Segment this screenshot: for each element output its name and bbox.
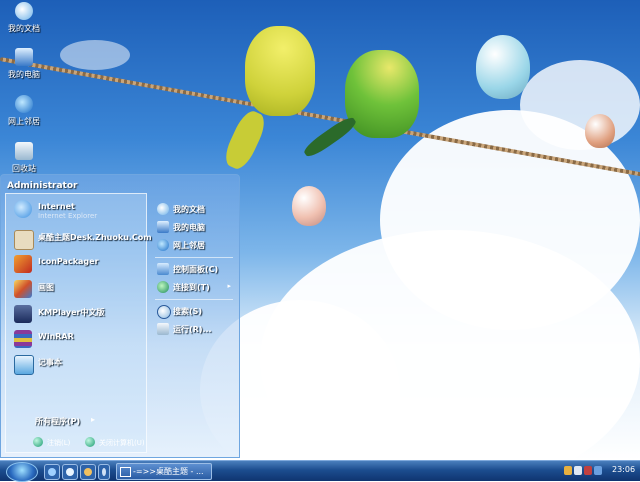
program-notepad[interactable]: 记事本	[10, 353, 144, 375]
program-iconpackager[interactable]: IconPackager	[10, 253, 144, 275]
iconpackager-icon	[14, 255, 32, 273]
search-icon	[157, 305, 171, 319]
balloon	[292, 186, 326, 226]
clock[interactable]: 23:06	[612, 465, 635, 474]
start-menu-username: Administrator	[7, 181, 78, 191]
show-desktop-icon[interactable]	[44, 464, 60, 480]
desktop-icon-label: 我的电脑	[8, 70, 40, 79]
power-icon	[85, 437, 95, 447]
network-places-icon	[15, 95, 33, 113]
tray-app-icon[interactable]	[594, 466, 602, 475]
shutdown-label: 关闭计算机(U)	[99, 439, 145, 447]
tray-volume-icon[interactable]	[574, 466, 582, 475]
tray-network-icon[interactable]	[584, 466, 592, 475]
program-sublabel: Internet Explorer	[38, 212, 98, 220]
menu-separator	[155, 299, 233, 300]
program-zhuoku-theme[interactable]: 桌酷主题Desk.Zhuoku.Com	[10, 228, 152, 250]
desktop-icon-recycle-bin[interactable]: 回收站	[2, 142, 46, 174]
connect-to-icon	[157, 281, 169, 293]
place-run[interactable]: 运行(R)...	[155, 321, 235, 337]
start-menu-places-pane: 我的文档 我的电脑 网上邻居 控制面板(C) 连接到(T) ▸ 搜索(S) 运行…	[151, 197, 235, 425]
program-kmplayer[interactable]: KMPlayer中文版	[10, 303, 144, 325]
place-label: 我的电脑	[173, 223, 205, 232]
quick-launch-more[interactable]	[98, 464, 110, 480]
taskbar-window-label: -=>>桌酷主题 - ...	[133, 467, 204, 476]
desktop-icon-my-documents[interactable]: 我的文档	[2, 2, 46, 34]
place-label: 搜索(S)	[173, 307, 203, 316]
program-label: 桌酷主题Desk.Zhuoku.Com	[38, 233, 152, 242]
program-internet[interactable]: Internet Internet Explorer	[10, 198, 144, 220]
taskbar-window-button[interactable]: -=>>桌酷主题 - ...	[116, 463, 212, 480]
zhuoku-theme-icon	[14, 230, 34, 250]
all-programs-button[interactable]: 所有程序(P)	[35, 416, 80, 427]
desktop-icon-label: 网上邻居	[8, 117, 40, 126]
place-label: 网上邻居	[173, 241, 205, 250]
desktop-icon-label: 我的文档	[8, 24, 40, 33]
my-computer-icon	[157, 221, 169, 233]
green-parrot-tail	[301, 114, 359, 160]
program-paint[interactable]: 画图	[10, 278, 144, 300]
notepad-icon	[14, 355, 34, 375]
start-menu-programs-pane: Internet Internet Explorer 桌酷主题Desk.Zhuo…	[5, 193, 152, 453]
control-panel-icon	[157, 263, 169, 275]
desktop-icon-my-computer[interactable]: 我的电脑	[2, 48, 46, 80]
program-label: WinRAR	[38, 332, 74, 341]
taskbar: -=>>桌酷主题 - ... 23:06	[0, 460, 640, 482]
menu-separator	[155, 257, 233, 258]
logoff-icon	[33, 437, 43, 447]
place-my-computer[interactable]: 我的电脑	[155, 219, 235, 235]
program-label: 画图	[38, 283, 54, 292]
program-label: KMPlayer中文版	[38, 308, 105, 317]
recycle-bin-icon	[15, 142, 33, 160]
balloon	[585, 114, 615, 148]
my-documents-icon	[157, 203, 169, 215]
logoff-label: 注销(L)	[47, 439, 71, 447]
run-icon	[157, 323, 169, 335]
window-icon	[120, 467, 131, 477]
paint-icon	[14, 280, 32, 298]
place-label: 运行(R)...	[173, 325, 212, 334]
start-menu: Administrator Internet Internet Explorer…	[0, 174, 240, 458]
yellow-parrot	[245, 26, 315, 116]
media-player-icon[interactable]	[62, 464, 78, 480]
desktop-icon-network-places[interactable]: 网上邻居	[2, 95, 46, 127]
system-tray: 23:06	[560, 461, 640, 481]
yellow-parrot-tail	[220, 107, 270, 173]
place-label: 控制面板(C)	[173, 265, 219, 274]
browser-icon[interactable]	[80, 464, 96, 480]
program-label: IconPackager	[38, 257, 99, 266]
desktop-icon-label: 回收站	[12, 164, 36, 173]
place-label: 我的文档	[173, 205, 205, 214]
chevron-right-icon: ▸	[227, 282, 231, 290]
tray-shield-icon[interactable]	[564, 466, 572, 475]
program-winrar[interactable]: WinRAR	[10, 328, 144, 350]
place-connect-to[interactable]: 连接到(T) ▸	[155, 279, 235, 295]
kmplayer-icon	[14, 305, 32, 323]
start-button[interactable]	[6, 462, 38, 482]
winrar-icon	[14, 330, 32, 348]
place-label: 连接到(T)	[173, 283, 210, 292]
my-computer-icon	[15, 48, 33, 66]
internet-explorer-icon	[14, 200, 32, 218]
chevron-right-icon: ▸	[91, 415, 96, 424]
my-documents-icon	[15, 2, 33, 20]
network-places-icon	[157, 239, 169, 251]
green-parrot	[345, 50, 419, 138]
place-network-places[interactable]: 网上邻居	[155, 237, 235, 253]
place-search[interactable]: 搜索(S)	[155, 303, 235, 319]
balloon	[476, 35, 530, 99]
place-control-panel[interactable]: 控制面板(C)	[155, 261, 235, 277]
place-my-documents[interactable]: 我的文档	[155, 201, 235, 217]
program-label: Internet	[38, 202, 75, 211]
program-label: 记事本	[38, 358, 62, 367]
